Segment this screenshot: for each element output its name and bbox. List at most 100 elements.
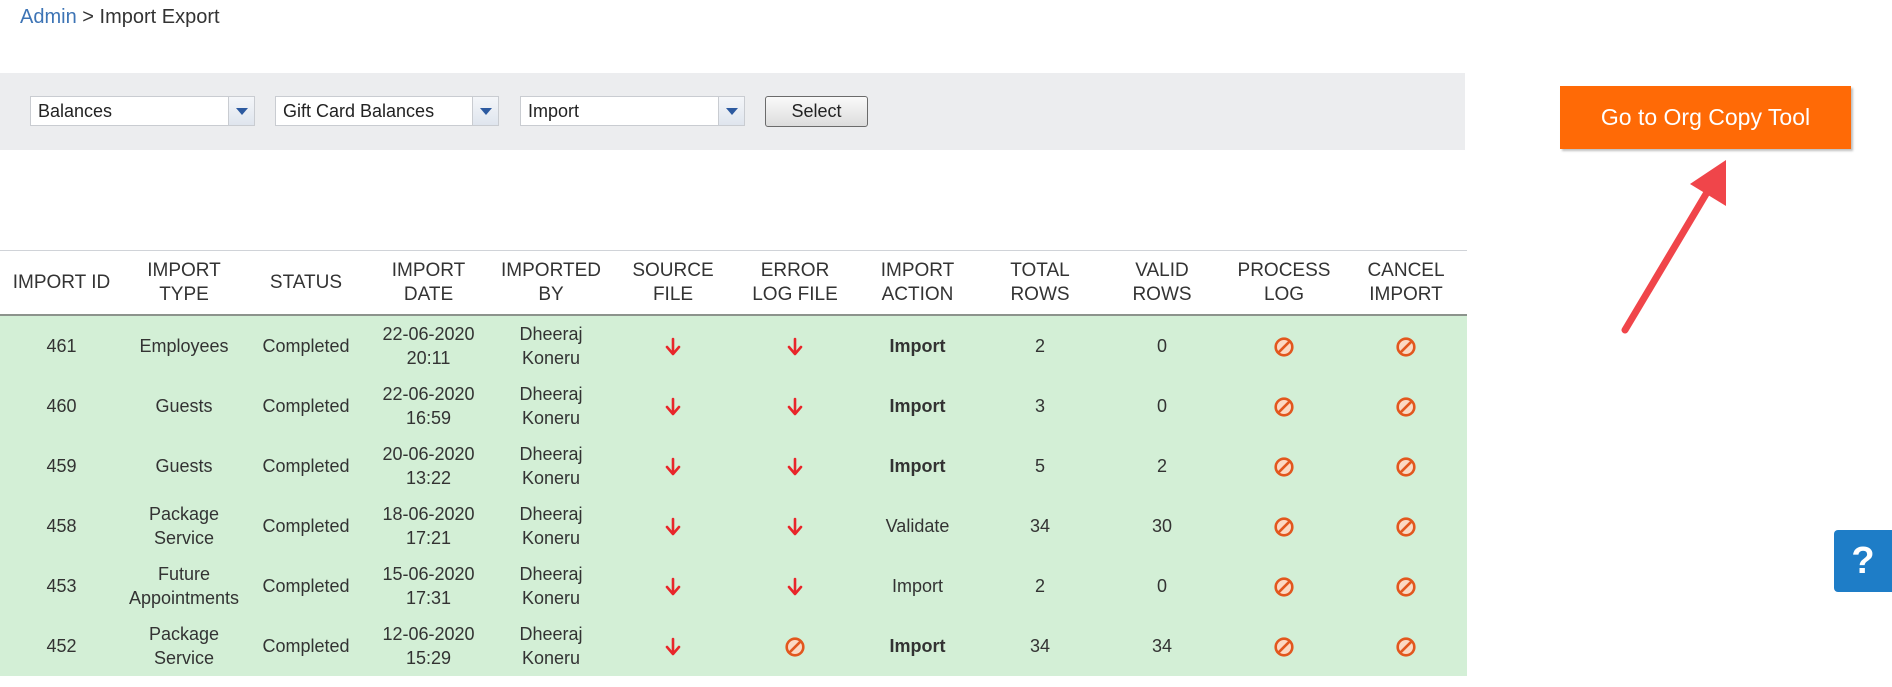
process-log-cell (1223, 436, 1345, 496)
imported-by-cell-line-2: Koneru (521, 588, 581, 608)
breadcrumb-separator: > (82, 6, 94, 28)
import-type-cell: Employees (123, 315, 245, 376)
import-history-table: IMPORT ID IMPORT TYPE STATUS IMPORT DATE IMP… (0, 250, 1467, 676)
imported-by-cell-line-2: Koneru (521, 528, 581, 548)
valid-rows-cell: 34 (1101, 616, 1223, 676)
total-rows-cell: 2 (979, 556, 1101, 616)
import-action-cell: Import (856, 616, 979, 676)
cancel-import-cell (1345, 556, 1467, 616)
imported-by-cell-line-1: Dheeraj (519, 504, 583, 524)
download-icon[interactable] (664, 636, 682, 656)
import-id-cell: 459 (0, 436, 123, 496)
download-icon[interactable] (786, 336, 804, 356)
table-row[interactable]: 453 Future Appointments Completed 15-06-202… (0, 556, 1467, 616)
import-date-cell-line-2: 20:11 (406, 348, 451, 368)
imported-by-cell: Dheeraj Koneru (490, 376, 612, 436)
import-date-cell-line-1: 22-06-2020 (382, 324, 475, 344)
action-select[interactable]: Import (520, 96, 745, 126)
table-header-row: IMPORT ID IMPORT TYPE STATUS IMPORT DATE IMP… (0, 250, 1467, 316)
subcategory-select-value: Gift Card Balances (283, 101, 435, 121)
table-row[interactable]: 459 Guests Completed 20-06-2020 13:22 Dheeraj… (0, 436, 1467, 496)
no-entry-icon (1274, 336, 1294, 357)
cancel-import-cell (1345, 616, 1467, 676)
error-log-cell (734, 436, 856, 496)
process-log-cell (1223, 315, 1345, 376)
table-row[interactable]: 460 Guests Completed 22-06-2020 16:59 Dheeraj… (0, 376, 1467, 436)
table-row[interactable]: 461 Employees Completed 22-06-2020 20:11 Dhee… (0, 315, 1467, 376)
download-icon[interactable] (664, 516, 682, 536)
import-date-cell: 20-06-2020 13:22 (367, 436, 490, 496)
subcategory-select[interactable]: Gift Card Balances (275, 96, 499, 126)
imported-by-cell: Dheeraj Koneru (490, 315, 612, 376)
download-icon[interactable] (664, 576, 682, 596)
import-id-cell: 460 (0, 376, 123, 436)
cancel-import-cell (1345, 496, 1467, 556)
download-icon[interactable] (664, 456, 682, 476)
action-select-value: Import (528, 101, 580, 121)
download-icon[interactable] (786, 396, 804, 416)
valid-rows-cell: 0 (1101, 376, 1223, 436)
column-header-valid-rows: VALID ROWS (1101, 250, 1223, 316)
download-icon[interactable] (664, 336, 682, 356)
import-date-cell-line-1: 20-06-2020 (382, 444, 475, 464)
source-file-cell (612, 436, 734, 496)
import-date-cell-line-1: 15-06-2020 (382, 564, 475, 584)
download-icon[interactable] (786, 456, 804, 476)
table-row[interactable]: 458 Package Service Completed 18-06-2020 17:… (0, 496, 1467, 556)
error-log-cell (734, 376, 856, 436)
import-id-cell: 458 (0, 496, 123, 556)
column-header-cancel-import: CANCEL IMPORT (1345, 250, 1467, 316)
source-file-cell (612, 616, 734, 676)
cancel-import-cell (1345, 315, 1467, 376)
import-date-cell-line-2: 15:29 (405, 648, 452, 668)
breadcrumb-admin-link[interactable]: Admin (20, 6, 77, 28)
no-entry-icon (1396, 336, 1416, 357)
no-entry-icon (1396, 576, 1416, 597)
breadcrumb-current: Import Export (99, 6, 220, 28)
import-date-cell-line-2: 17:31 (405, 588, 452, 608)
import-date-cell: 18-06-2020 17:21 (367, 496, 490, 556)
valid-rows-cell: 2 (1101, 436, 1223, 496)
import-id-cell: 453 (0, 556, 123, 616)
total-rows-cell: 2 (979, 315, 1101, 376)
org-copy-tool-button[interactable]: Go to Org Copy Tool (1560, 86, 1851, 149)
chevron-down-icon[interactable] (718, 97, 744, 125)
column-header-import-date: IMPORT DATE (367, 250, 490, 316)
process-log-cell (1223, 376, 1345, 436)
download-icon[interactable] (786, 576, 804, 596)
chevron-down-icon[interactable] (228, 97, 254, 125)
imported-by-cell-line-1: Dheeraj (519, 624, 583, 644)
total-rows-cell: 34 (979, 616, 1101, 676)
no-entry-icon (1274, 576, 1294, 597)
column-header-imported-by: IMPORTED BY (490, 250, 612, 316)
help-button[interactable]: ? (1834, 530, 1892, 592)
annotation-arrow-icon (1621, 160, 1726, 334)
status-cell: Completed (245, 436, 367, 496)
import-date-cell: 12-06-2020 15:29 (367, 616, 490, 676)
source-file-cell (612, 556, 734, 616)
total-rows-cell: 34 (979, 496, 1101, 556)
import-date-cell-line-1: 22-06-2020 (382, 384, 475, 404)
import-action-cell: Import (856, 376, 979, 436)
import-type-cell: Guests (123, 436, 245, 496)
download-icon[interactable] (664, 396, 682, 416)
imported-by-cell-line-1: Dheeraj (519, 444, 583, 464)
category-select[interactable]: Balances (30, 96, 255, 126)
total-rows-cell: 5 (979, 436, 1101, 496)
download-icon[interactable] (786, 516, 804, 536)
status-cell: Completed (245, 315, 367, 376)
chevron-down-icon[interactable] (472, 97, 498, 125)
column-header-status: STATUS (245, 250, 367, 316)
table-row[interactable]: 452 Package Service Completed 12-06-2020 15:… (0, 616, 1467, 676)
imported-by-cell-line-2: Koneru (521, 408, 581, 428)
import-type-cell: Guests (123, 376, 245, 436)
import-date-cell-line-1: 12-06-2020 (382, 624, 475, 644)
no-entry-icon (1274, 516, 1294, 537)
cancel-import-cell (1345, 376, 1467, 436)
import-date-cell-line-2: 17:21 (405, 528, 452, 548)
import-action-cell: Import (856, 436, 979, 496)
select-button[interactable]: Select (765, 96, 868, 127)
import-date-cell: 15-06-2020 17:31 (367, 556, 490, 616)
table-body: 461 Employees Completed 22-06-2020 20:11 Dhee… (0, 315, 1467, 676)
column-header-source-file: SOURCE FILE (612, 250, 734, 316)
